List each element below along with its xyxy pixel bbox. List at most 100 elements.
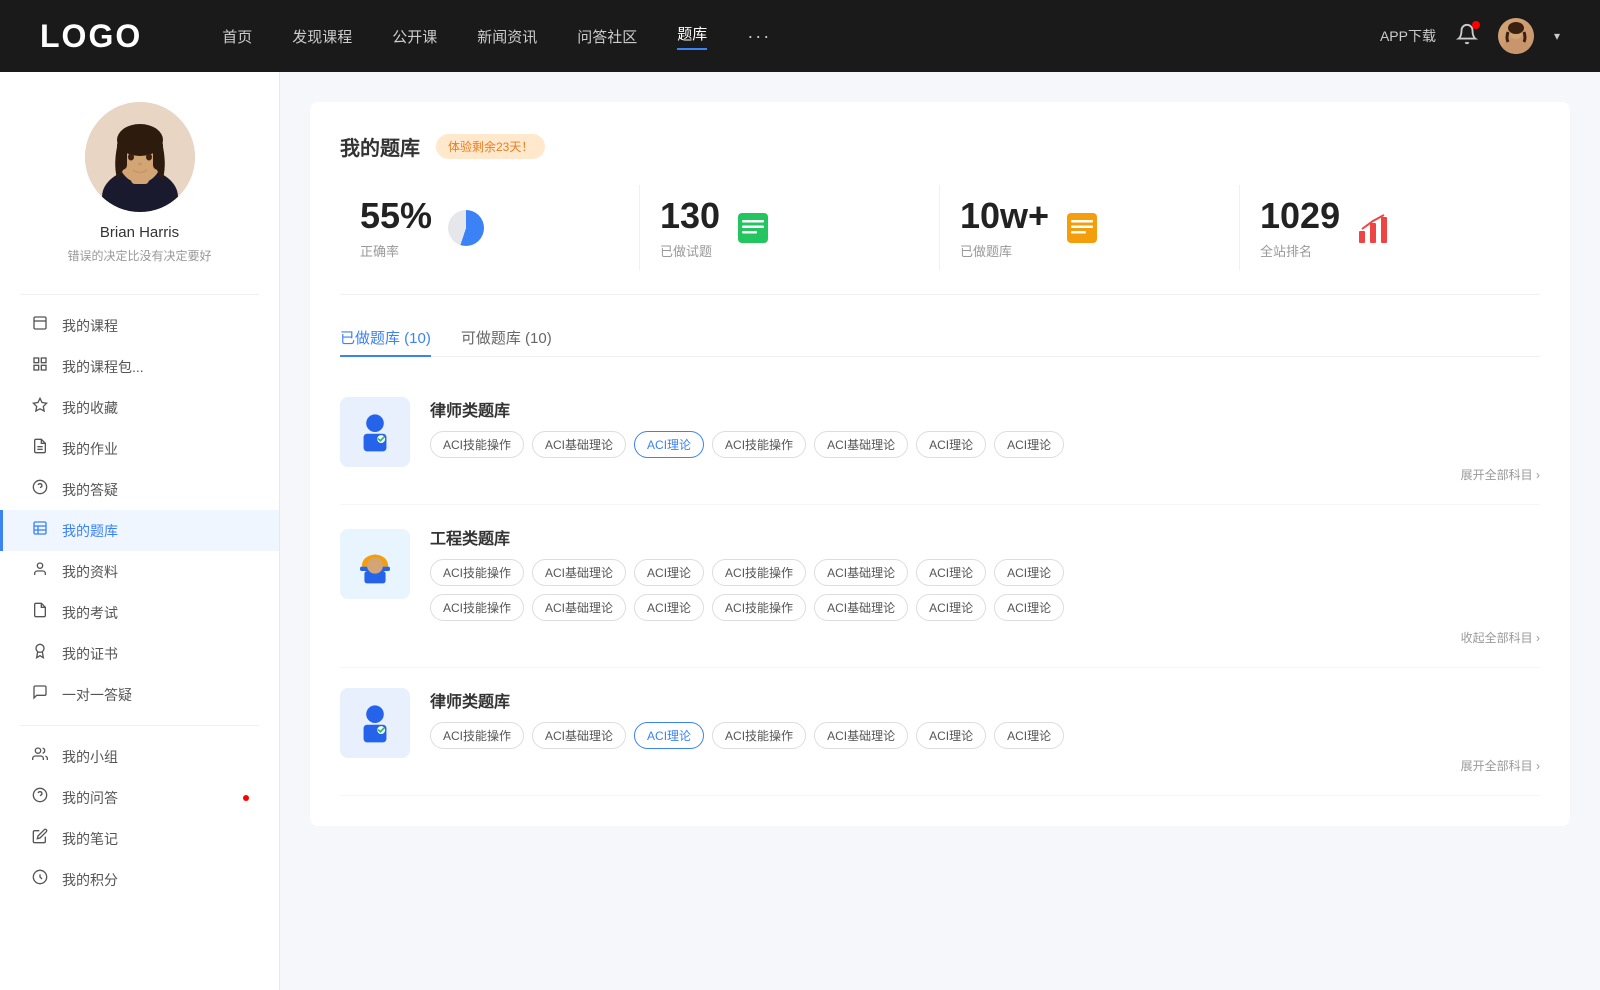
sidebar-item-qbank[interactable]: 我的题库: [0, 510, 279, 551]
certificate-label: 我的证书: [62, 644, 249, 664]
sidebar-menu: 我的课程 我的课程包... 我的收藏 我的作业: [0, 305, 279, 900]
sidebar-item-courses[interactable]: 我的课程: [0, 305, 279, 346]
my-qa-label: 我的答疑: [62, 480, 249, 500]
lawyer-1-content: 律师类题库 ACI技能操作 ACI基础理论 ACI理论 ACI技能操作 ACI基…: [430, 397, 1540, 484]
lawyer-1-expand-btn[interactable]: 展开全部科目 ›: [1461, 468, 1540, 482]
eng-tag2-2[interactable]: ACI理论: [634, 594, 704, 621]
stat-questions-done: 130 已做试题: [640, 185, 940, 270]
lawyer-2-content: 律师类题库 ACI技能操作 ACI基础理论 ACI理论 ACI技能操作 ACI基…: [430, 688, 1540, 775]
eng-tag-4[interactable]: ACI基础理论: [814, 559, 908, 586]
sidebar-item-course-packages[interactable]: 我的课程包...: [0, 346, 279, 387]
notification-bell[interactable]: [1456, 23, 1478, 50]
l2-tag-5[interactable]: ACI理论: [916, 722, 986, 749]
l2-tag-1[interactable]: ACI基础理论: [532, 722, 626, 749]
sidebar-item-certificate[interactable]: 我的证书: [0, 633, 279, 674]
profile-label: 我的资料: [62, 562, 249, 582]
nav-qbank[interactable]: 题库: [677, 23, 707, 50]
tab-done-banks[interactable]: 已做题库 (10): [340, 319, 431, 356]
l2-tag-6[interactable]: ACI理论: [994, 722, 1064, 749]
sidebar-item-homework[interactable]: 我的作业: [0, 428, 279, 469]
tab-available-banks[interactable]: 可做题库 (10): [461, 319, 552, 356]
engineer-content: 工程类题库 ACI技能操作 ACI基础理论 ACI理论 ACI技能操作 ACI基…: [430, 525, 1540, 647]
tag-0[interactable]: ACI技能操作: [430, 431, 524, 458]
tag-3[interactable]: ACI技能操作: [712, 431, 806, 458]
engineer-icon: [353, 542, 397, 586]
tag-5[interactable]: ACI理论: [916, 431, 986, 458]
courses-icon: [30, 315, 50, 336]
l2-tag-0[interactable]: ACI技能操作: [430, 722, 524, 749]
lawyer-icon-container: [340, 397, 410, 467]
eng-tag2-6[interactable]: ACI理论: [994, 594, 1064, 621]
eng-tag-1[interactable]: ACI基础理论: [532, 559, 626, 586]
page-title-row: 我的题库 体验剩余23天！: [340, 132, 1540, 161]
nav-discover[interactable]: 发现课程: [292, 26, 352, 47]
profile-section: Brian Harris 错误的决定比没有决定要好: [0, 102, 279, 284]
sidebar-item-exam[interactable]: 我的考试: [0, 592, 279, 633]
questions-icon: [30, 787, 50, 808]
tag-6[interactable]: ACI理论: [994, 431, 1064, 458]
engineer-tags-row1: ACI技能操作 ACI基础理论 ACI理论 ACI技能操作 ACI基础理论 AC…: [430, 559, 1540, 586]
sidebar-item-groups[interactable]: 我的小组: [0, 736, 279, 777]
eng-tag2-4[interactable]: ACI基础理论: [814, 594, 908, 621]
accuracy-value: 55%: [360, 195, 432, 237]
qbank-icon: [30, 520, 50, 541]
app-download-button[interactable]: APP下载: [1380, 26, 1436, 46]
tutoring-icon: [30, 684, 50, 705]
main-content: 我的题库 体验剩余23天！ 55% 正确率 130 已做试题: [280, 72, 1600, 990]
l2-tag-3[interactable]: ACI技能操作: [712, 722, 806, 749]
tutoring-label: 一对一答疑: [62, 685, 249, 705]
sidebar-item-favorites[interactable]: 我的收藏: [0, 387, 279, 428]
engineer-title: 工程类题库: [430, 525, 1540, 549]
qbank-item-lawyer-2: 律师类题库 ACI技能操作 ACI基础理论 ACI理论 ACI技能操作 ACI基…: [340, 668, 1540, 796]
tag-2[interactable]: ACI理论: [634, 431, 704, 458]
eng-tag-3[interactable]: ACI技能操作: [712, 559, 806, 586]
sidebar-item-my-qa[interactable]: 我的答疑: [0, 469, 279, 510]
user-avatar[interactable]: [1498, 18, 1534, 54]
eng-tag-2[interactable]: ACI理论: [634, 559, 704, 586]
nav-home[interactable]: 首页: [222, 26, 252, 47]
banks-done-icon: [1065, 211, 1099, 245]
eng-tag2-3[interactable]: ACI技能操作: [712, 594, 806, 621]
eng-tag-5[interactable]: ACI理论: [916, 559, 986, 586]
nav-open-course[interactable]: 公开课: [392, 26, 437, 47]
l2-tag-2[interactable]: ACI理论: [634, 722, 704, 749]
sidebar-item-questions[interactable]: 我的问答: [0, 777, 279, 818]
eng-tag-6[interactable]: ACI理论: [994, 559, 1064, 586]
nav-more[interactable]: ···: [747, 26, 771, 47]
engineer-expand-btn[interactable]: 收起全部科目 ›: [1461, 631, 1540, 645]
l2-tag-4[interactable]: ACI基础理论: [814, 722, 908, 749]
course-packages-label: 我的课程包...: [62, 357, 249, 377]
sidebar-item-tutoring[interactable]: 一对一答疑: [0, 674, 279, 715]
nav-news[interactable]: 新闻资讯: [477, 26, 537, 47]
logo: LOGO: [40, 18, 142, 55]
site-rank-value-group: 1029 全站排名: [1260, 195, 1340, 260]
nav-menu: 首页 发现课程 公开课 新闻资讯 问答社区 题库 ···: [222, 23, 1380, 50]
qbank-label: 我的题库: [62, 521, 249, 541]
top-navigation: LOGO 首页 发现课程 公开课 新闻资讯 问答社区 题库 ··· APP下载: [0, 0, 1600, 72]
site-rank-icon: [1356, 211, 1390, 245]
sidebar-item-notes[interactable]: 我的笔记: [0, 818, 279, 859]
tag-4[interactable]: ACI基础理论: [814, 431, 908, 458]
eng-tag2-1[interactable]: ACI基础理论: [532, 594, 626, 621]
sidebar-item-profile[interactable]: 我的资料: [0, 551, 279, 592]
nav-qa[interactable]: 问答社区: [577, 26, 637, 47]
lawyer-2-expand-btn[interactable]: 展开全部科目 ›: [1461, 759, 1540, 773]
courses-label: 我的课程: [62, 316, 249, 336]
tag-1[interactable]: ACI基础理论: [532, 431, 626, 458]
sidebar-divider-2: [20, 725, 259, 726]
eng-tag-0[interactable]: ACI技能操作: [430, 559, 524, 586]
groups-icon: [30, 746, 50, 767]
eng-tag2-0[interactable]: ACI技能操作: [430, 594, 524, 621]
lawyer-1-tags: ACI技能操作 ACI基础理论 ACI理论 ACI技能操作 ACI基础理论 AC…: [430, 431, 1540, 458]
questions-label: 我的问答: [62, 788, 229, 808]
banks-done-value: 10w+: [960, 195, 1049, 237]
sidebar: Brian Harris 错误的决定比没有决定要好 我的课程 我的课程包...: [0, 72, 280, 990]
qbank-card: 我的题库 体验剩余23天！ 55% 正确率 130 已做试题: [310, 102, 1570, 826]
banks-done-value-group: 10w+ 已做题库: [960, 195, 1049, 260]
eng-tag2-5[interactable]: ACI理论: [916, 594, 986, 621]
questions-done-icon: [736, 211, 770, 245]
avatar-chevron[interactable]: ▾: [1554, 29, 1560, 43]
notes-label: 我的笔记: [62, 829, 249, 849]
sidebar-item-points[interactable]: 我的积分: [0, 859, 279, 900]
accuracy-label: 正确率: [360, 241, 432, 260]
